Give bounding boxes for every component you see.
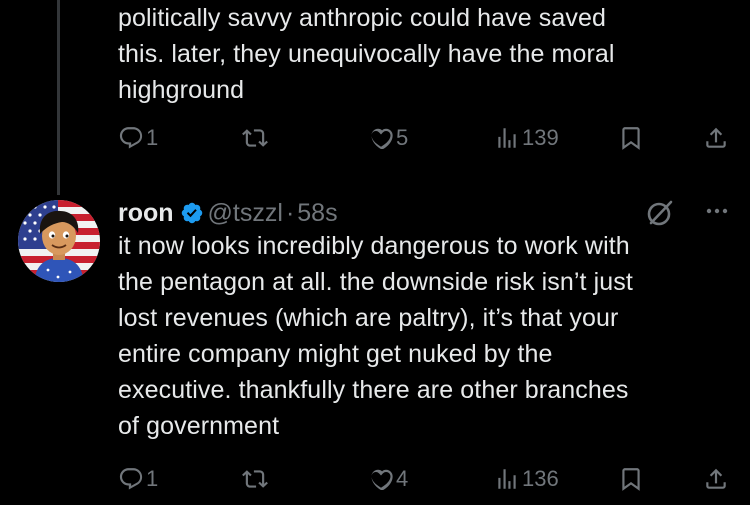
tweet-text: it now looks incredibly dangerous to wor… [118,232,633,440]
tweet-action-bar: 1 4 136 [118,464,728,494]
like-count: 4 [396,466,409,491]
avatar[interactable] [18,200,100,282]
tweet-action-bar: 1 5 139 [118,123,728,153]
reply-count: 1 [146,125,159,150]
thread-connector-line [57,0,60,195]
like-button[interactable]: 4 [368,464,408,494]
view-count: 136 [522,466,559,491]
bookmark-button[interactable] [618,123,644,153]
display-name[interactable]: roon [118,199,174,228]
like-button[interactable]: 5 [368,123,408,153]
reply-count: 1 [146,466,159,491]
view-count: 139 [522,125,559,150]
share-icon [703,125,729,151]
bookmark-icon [618,125,644,151]
views-icon [494,466,520,492]
share-icon [703,466,729,492]
timestamp[interactable]: 58s [297,199,337,228]
views-icon [494,125,520,151]
user-handle[interactable]: @tszzl [208,199,283,228]
reply-button[interactable]: 1 [118,464,158,494]
reply-icon [118,466,144,492]
separator-dot: · [285,198,295,227]
tweet-text: politically savvy anthropic could have s… [118,4,615,104]
views-button[interactable]: 136 [494,464,559,494]
reply-icon [118,125,144,151]
repost-button[interactable] [242,464,270,494]
share-button[interactable] [703,123,729,153]
heart-icon [368,125,394,151]
repost-icon [242,125,268,151]
bookmark-icon [618,466,644,492]
bookmark-button[interactable] [618,464,644,494]
verified-badge-icon[interactable] [180,201,204,225]
views-button[interactable]: 139 [494,123,559,153]
share-button[interactable] [703,464,729,494]
heart-icon [368,466,394,492]
tweet-header: roon @tszzl · 58s [118,195,730,231]
reply-button[interactable]: 1 [118,123,158,153]
repost-button[interactable] [242,123,270,153]
more-icon[interactable] [704,198,730,231]
repost-icon [242,466,268,492]
like-count: 5 [396,125,409,150]
